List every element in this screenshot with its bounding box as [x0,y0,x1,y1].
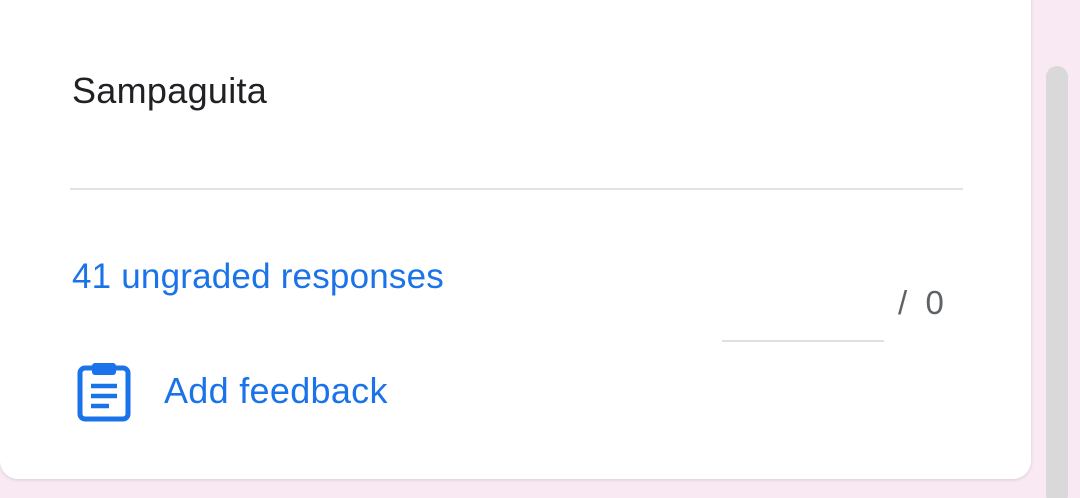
page: Sampaguita 41 ungraded responses / 0 Add… [0,0,1080,498]
divider [70,188,963,190]
answer-text: Sampaguita [72,70,268,111]
clipboard-icon [74,359,138,423]
add-feedback-button[interactable]: Add feedback [74,356,388,426]
points-total: / 0 [898,284,944,321]
add-feedback-label: Add feedback [164,370,388,411]
points-input[interactable] [722,286,884,342]
scrollbar[interactable] [1046,66,1068,498]
ungraded-responses-link[interactable]: 41 ungraded responses [72,257,444,297]
